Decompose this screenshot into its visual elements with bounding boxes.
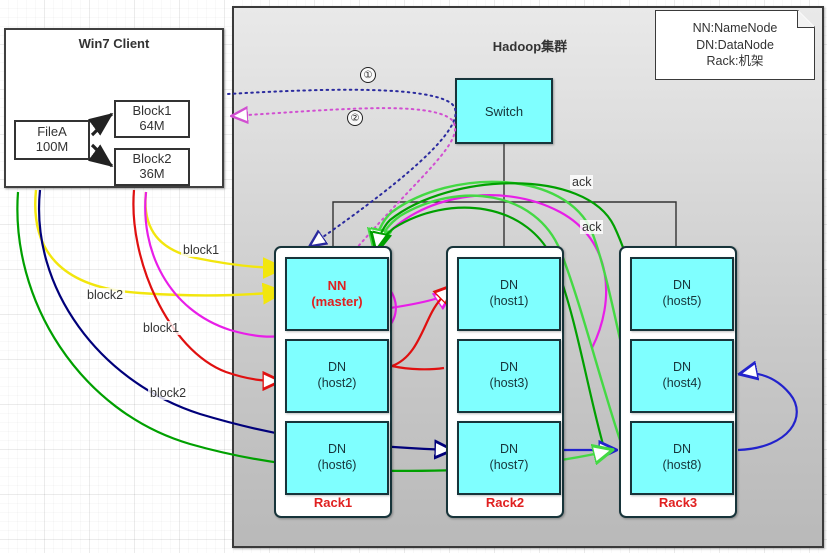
step-2-marker: ② — [347, 110, 363, 126]
node-dn-host6-line1: DN — [327, 442, 347, 457]
block2-size: 36M — [139, 166, 165, 181]
hadoop-cluster-title: Hadoop集群 — [492, 39, 568, 54]
node-dn-host4[interactable]: DN (host4) — [630, 339, 734, 413]
file-a-name: FileA — [37, 124, 67, 140]
switch-node[interactable]: Switch — [455, 78, 553, 144]
node-dn-host6[interactable]: DN (host6) — [285, 421, 389, 495]
block2-name: Block2 — [132, 151, 172, 167]
node-dn-host4-line2: (host4) — [662, 376, 702, 390]
win7-client-title: Win7 Client — [78, 36, 150, 51]
node-dn-host1-line2: (host1) — [489, 294, 529, 308]
rack-3[interactable]: DN (host5) DN (host4) DN (host8) Rack3 — [619, 246, 737, 518]
label-ack-lower: ack — [580, 220, 604, 234]
rack-1-label: Rack1 — [313, 495, 353, 510]
file-a-size: 100M — [35, 139, 69, 154]
node-dn-host7[interactable]: DN (host7) — [457, 421, 561, 495]
node-dn-host3-line2: (host3) — [489, 376, 529, 390]
node-dn-host3[interactable]: DN (host3) — [457, 339, 561, 413]
label-ack-upper: ack — [570, 175, 594, 189]
node-nn-master-line2: (master) — [311, 294, 363, 309]
label-block2-top: block2 — [85, 288, 126, 302]
node-dn-host8-line2: (host8) — [662, 458, 702, 472]
label-block1-bottom: block1 — [141, 321, 182, 335]
legend-line-dn: DN:DataNode — [696, 37, 774, 52]
rack-1[interactable]: NN (master) DN (host2) DN (host6) Rack1 — [274, 246, 392, 518]
block1-box: Block1 64M — [114, 100, 190, 138]
legend-note-text: NN:NameNode DN:DataNode Rack:机架 — [655, 10, 815, 80]
legend-note: NN:NameNode DN:DataNode Rack:机架 — [655, 10, 815, 80]
node-nn-master[interactable]: NN (master) — [285, 257, 389, 331]
label-block2-bottom: block2 — [148, 386, 189, 400]
rack-2-label: Rack2 — [485, 495, 525, 510]
switch-label: Switch — [484, 103, 524, 119]
node-dn-host7-line2: (host7) — [489, 458, 529, 472]
block1-name: Block1 — [132, 103, 172, 119]
node-dn-host8-line1: DN — [672, 442, 692, 457]
node-dn-host8[interactable]: DN (host8) — [630, 421, 734, 495]
node-dn-host5-line1: DN — [672, 278, 692, 293]
node-dn-host4-line1: DN — [672, 360, 692, 375]
diagram-canvas: Hadoop集群 Win7 Client FileA 100M Block1 6… — [0, 0, 827, 553]
legend-line-nn: NN:NameNode — [692, 20, 778, 35]
node-dn-host2-line2: (host2) — [317, 376, 357, 390]
block2-box: Block2 36M — [114, 148, 190, 186]
node-nn-master-line1: NN — [327, 277, 347, 293]
node-dn-host3-line1: DN — [499, 360, 519, 375]
node-dn-host7-line1: DN — [499, 442, 519, 457]
block1-size: 64M — [139, 118, 165, 133]
file-a-box: FileA 100M — [14, 120, 90, 160]
step-1-marker: ① — [360, 67, 376, 83]
node-dn-host6-line2: (host6) — [317, 458, 357, 472]
node-dn-host2[interactable]: DN (host2) — [285, 339, 389, 413]
rack-3-label: Rack3 — [658, 495, 698, 510]
label-block1-top: block1 — [181, 243, 222, 257]
legend-line-rack: Rack:机架 — [706, 54, 764, 69]
node-dn-host1-line1: DN — [499, 278, 519, 293]
node-dn-host5-line2: (host5) — [662, 294, 702, 308]
node-dn-host2-line1: DN — [327, 360, 347, 375]
rack-2[interactable]: DN (host1) DN (host3) DN (host7) Rack2 — [446, 246, 564, 518]
node-dn-host1[interactable]: DN (host1) — [457, 257, 561, 331]
node-dn-host5[interactable]: DN (host5) — [630, 257, 734, 331]
